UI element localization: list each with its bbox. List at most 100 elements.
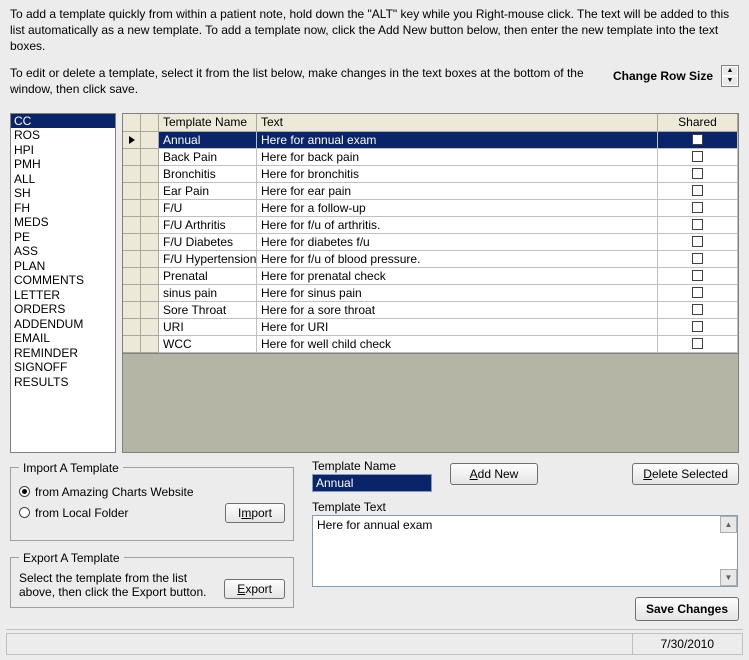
row-selector[interactable] <box>123 336 141 353</box>
category-item[interactable]: PLAN <box>11 259 115 274</box>
cell-template-name[interactable]: F/U Diabetes <box>159 234 257 251</box>
cell-shared-checkbox[interactable] <box>658 336 738 353</box>
row-size-spinner[interactable]: ▲ ▼ <box>721 65 739 87</box>
cell-template-text[interactable]: Here for prenatal check <box>257 268 658 285</box>
spinner-down-icon[interactable]: ▼ <box>722 76 738 86</box>
category-item[interactable]: RESULTS <box>11 375 115 390</box>
row-selector[interactable] <box>123 268 141 285</box>
row-selector[interactable] <box>123 285 141 302</box>
cell-template-text[interactable]: Here for a follow-up <box>257 200 658 217</box>
row-selector[interactable] <box>123 200 141 217</box>
cell-shared-checkbox[interactable] <box>658 166 738 183</box>
status-bar: 7/30/2010 <box>6 633 743 655</box>
cell-template-text[interactable]: Here for ear pain <box>257 183 658 200</box>
import-legend: Import A Template <box>19 461 123 475</box>
export-button[interactable]: Export <box>224 579 285 599</box>
cell-template-name[interactable]: WCC <box>159 336 257 353</box>
save-changes-button[interactable]: Save Changes <box>635 597 739 621</box>
row-header <box>141 268 159 285</box>
cell-template-text[interactable]: Here for sinus pain <box>257 285 658 302</box>
cell-template-name[interactable]: Annual <box>159 132 257 149</box>
category-item[interactable]: PMH <box>11 157 115 172</box>
cell-template-name[interactable]: F/U Arthritis <box>159 217 257 234</box>
cell-shared-checkbox[interactable] <box>658 251 738 268</box>
scroll-down-icon[interactable]: ▼ <box>720 569 737 586</box>
category-item[interactable]: FH <box>11 201 115 216</box>
cell-template-name[interactable]: Bronchitis <box>159 166 257 183</box>
delete-selected-button[interactable]: Delete Selected <box>632 463 739 485</box>
change-row-size-label: Change Row Size <box>613 69 713 83</box>
col-header-name[interactable]: Template Name <box>159 114 257 132</box>
cell-template-name[interactable]: F/U <box>159 200 257 217</box>
category-item[interactable]: ROS <box>11 128 115 143</box>
scroll-up-icon[interactable]: ▲ <box>720 516 737 533</box>
cell-template-text[interactable]: Here for annual exam <box>257 132 658 149</box>
cell-template-text[interactable]: Here for back pain <box>257 149 658 166</box>
cell-shared-checkbox[interactable] <box>658 268 738 285</box>
row-selector[interactable] <box>123 319 141 336</box>
cell-template-name[interactable]: URI <box>159 319 257 336</box>
category-item[interactable]: ADDENDUM <box>11 317 115 332</box>
category-item[interactable]: COMMENTS <box>11 273 115 288</box>
category-item[interactable]: ORDERS <box>11 302 115 317</box>
cell-shared-checkbox[interactable] <box>658 200 738 217</box>
add-new-button[interactable]: Add New <box>450 463 538 485</box>
category-item[interactable]: ASS <box>11 244 115 259</box>
cell-shared-checkbox[interactable] <box>658 302 738 319</box>
category-item[interactable]: HPI <box>11 143 115 158</box>
row-selector[interactable] <box>123 217 141 234</box>
cell-template-name[interactable]: F/U Hypertension <box>159 251 257 268</box>
cell-template-text[interactable]: Here for f/u of blood pressure. <box>257 251 658 268</box>
cell-template-text[interactable]: Here for URI <box>257 319 658 336</box>
import-button[interactable]: Import <box>225 503 285 523</box>
cell-template-name[interactable]: Prenatal <box>159 268 257 285</box>
import-radio-website[interactable] <box>19 486 30 497</box>
cell-template-text[interactable]: Here for f/u of arthritis. <box>257 217 658 234</box>
category-item[interactable]: LETTER <box>11 288 115 303</box>
row-selector[interactable] <box>123 166 141 183</box>
cell-shared-checkbox[interactable] <box>658 234 738 251</box>
import-radio-local[interactable] <box>19 507 30 518</box>
instruction-p2: To edit or delete a template, select it … <box>10 65 605 97</box>
cell-shared-checkbox[interactable] <box>658 183 738 200</box>
cell-shared-checkbox[interactable] <box>658 285 738 302</box>
cell-template-name[interactable]: Back Pain <box>159 149 257 166</box>
category-item[interactable]: REMINDER <box>11 346 115 361</box>
row-selector[interactable] <box>123 251 141 268</box>
cell-shared-checkbox[interactable] <box>658 319 738 336</box>
cell-shared-checkbox[interactable] <box>658 217 738 234</box>
cell-template-text[interactable]: Here for well child check <box>257 336 658 353</box>
cell-template-text[interactable]: Here for bronchitis <box>257 166 658 183</box>
category-item[interactable]: SH <box>11 186 115 201</box>
category-item[interactable]: CC <box>11 114 115 129</box>
row-selector[interactable] <box>123 234 141 251</box>
cell-template-name[interactable]: Ear Pain <box>159 183 257 200</box>
cell-template-text[interactable]: Here for a sore throat <box>257 302 658 319</box>
cell-template-name[interactable]: Sore Throat <box>159 302 257 319</box>
category-item[interactable]: ALL <box>11 172 115 187</box>
templates-grid[interactable]: Template NameTextShared AnnualHere for an… <box>122 113 739 354</box>
import-radio-website-label: from Amazing Charts Website <box>35 485 194 499</box>
cell-shared-checkbox[interactable] <box>658 149 738 166</box>
spinner-up-icon[interactable]: ▲ <box>722 66 738 76</box>
cell-shared-checkbox[interactable] <box>658 132 738 149</box>
export-help-text: Select the template from the list above,… <box>19 571 216 599</box>
cell-template-name[interactable]: sinus pain <box>159 285 257 302</box>
cell-template-text[interactable]: Here for diabetes f/u <box>257 234 658 251</box>
template-name-input[interactable] <box>312 474 432 492</box>
category-item[interactable]: MEDS <box>11 215 115 230</box>
col-header-shared[interactable]: Shared <box>658 114 738 132</box>
row-selector[interactable] <box>123 132 141 149</box>
row-selector[interactable] <box>123 183 141 200</box>
row-selector[interactable] <box>123 302 141 319</box>
row-selector[interactable] <box>123 149 141 166</box>
category-item[interactable]: PE <box>11 230 115 245</box>
category-item[interactable]: EMAIL <box>11 331 115 346</box>
category-item[interactable]: SIGNOFF <box>11 360 115 375</box>
col-header-text[interactable]: Text <box>257 114 658 132</box>
template-text-input[interactable]: Here for annual exam ▲ ▼ <box>312 515 738 587</box>
category-listbox[interactable]: CCROSHPIPMHALLSHFHMEDSPEASSPLANCOMMENTSL… <box>10 113 116 453</box>
row-header <box>141 200 159 217</box>
template-name-label: Template Name <box>312 459 432 473</box>
template-text-value: Here for annual exam <box>317 518 432 532</box>
